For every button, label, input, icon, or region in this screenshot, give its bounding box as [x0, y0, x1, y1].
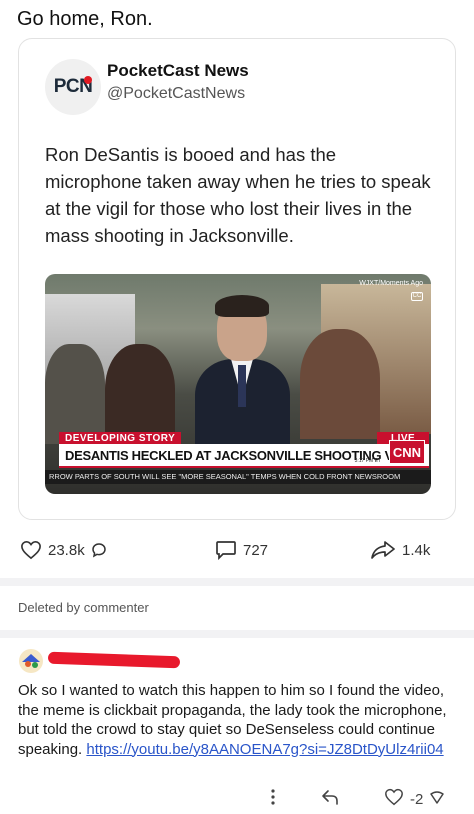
section-divider	[0, 578, 474, 586]
share-button[interactable]: 1.4k	[370, 540, 430, 560]
comment-score: -2	[410, 790, 424, 808]
video-crowd-figure	[105, 344, 175, 444]
closed-caption-icon[interactable]: CC	[411, 292, 423, 301]
comment-icon	[215, 540, 237, 560]
more-options-button[interactable]	[270, 788, 276, 810]
chyron-time: 3:17 PM ET	[354, 458, 381, 464]
heart-icon	[20, 540, 42, 560]
comment-button[interactable]: 727	[215, 540, 268, 560]
deleted-comment-label: Deleted by commenter	[18, 600, 149, 615]
figure-hair	[215, 295, 269, 317]
embedded-post-text: Ron DeSantis is booed and has the microp…	[45, 144, 431, 246]
video-main-figure	[195, 295, 290, 449]
account-name[interactable]: PocketCast News	[107, 61, 249, 81]
comment-action-bar: -2	[0, 786, 474, 812]
post-action-bar: 23.8k 727 1.4k	[0, 536, 474, 566]
share-icon	[370, 540, 396, 560]
video-crowd-figure	[300, 329, 380, 439]
commenter-avatar[interactable]	[18, 648, 44, 674]
reply-icon	[320, 788, 340, 810]
embedded-post-card[interactable]: PCN PocketCast News @PocketCastNews Ron …	[18, 38, 456, 520]
vote-controls: -2	[384, 788, 445, 810]
network-logo: CNN	[389, 440, 425, 464]
video-thumbnail[interactable]: WJXT/Moments Ago CC DEVELOPING STORY LIV…	[45, 274, 431, 494]
like-button[interactable]: 23.8k	[20, 540, 107, 560]
share-count: 1.4k	[402, 541, 431, 559]
commenter-username-redacted	[47, 651, 181, 669]
like-count: 23.8k	[48, 541, 85, 559]
comment-link[interactable]: https://youtu.be/y8AANOENA7g?si=JZ8DtDyU…	[86, 741, 443, 758]
post-title: Go home, Ron.	[17, 8, 153, 30]
comment-body: Ok so I wanted to watch this happen to h…	[18, 681, 458, 759]
news-ticker: RROW PARTS OF SOUTH WILL SEE "MORE SEASO…	[45, 470, 431, 484]
reply-button[interactable]	[320, 788, 340, 810]
downvote-icon[interactable]	[429, 789, 445, 809]
account-handle[interactable]: @PocketCastNews	[107, 85, 245, 103]
section-divider	[0, 630, 474, 638]
video-source-tag: WJXT/Moments Ago	[359, 280, 423, 287]
bubble-icon	[91, 542, 107, 558]
upvote-icon[interactable]	[384, 788, 404, 810]
figure-tie	[238, 365, 246, 407]
account-avatar[interactable]: PCN	[45, 59, 101, 115]
video-crowd-figure	[45, 344, 105, 444]
logo-red-dot	[84, 76, 92, 84]
comment-count: 727	[243, 541, 269, 559]
chyron-bar: DESANTIS HECKLED AT JACKSONVILLE SHOOTIN…	[59, 440, 429, 468]
more-icon	[270, 788, 276, 810]
